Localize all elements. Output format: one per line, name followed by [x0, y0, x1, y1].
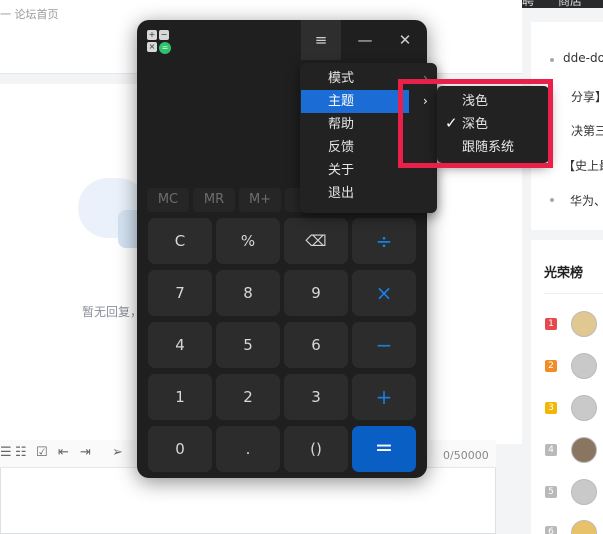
add-button[interactable]: +: [352, 374, 416, 420]
char-counter: 0/50000: [443, 449, 489, 462]
rank-badge-1: 1: [545, 318, 557, 330]
divide-button[interactable]: ÷: [352, 218, 416, 264]
sidebar-article-1[interactable]: dde-doc: [563, 51, 603, 65]
digit-9-button[interactable]: 9: [284, 270, 348, 316]
mr-button[interactable]: MR: [193, 188, 235, 212]
equals-button[interactable]: =: [352, 426, 416, 472]
rank-badge-2: 2: [545, 360, 557, 372]
parentheses-button[interactable]: (): [284, 426, 348, 472]
digit-6-button[interactable]: 6: [284, 322, 348, 368]
sidebar-article-5[interactable]: 华为、矣: [570, 192, 603, 209]
outdent-icon[interactable]: ⇤: [58, 445, 69, 460]
avatar[interactable]: [571, 311, 597, 337]
minimize-icon[interactable]: —: [345, 20, 385, 60]
bullet-dot: [550, 198, 554, 202]
digit-4-button[interactable]: 4: [148, 322, 212, 368]
digit-0-button[interactable]: 0: [148, 426, 212, 472]
send-icon[interactable]: ➢: [112, 445, 123, 460]
rank-badge-3: 3: [545, 402, 557, 414]
indent-icon[interactable]: ⇥: [80, 445, 91, 460]
digit-7-button[interactable]: 7: [148, 270, 212, 316]
rank-badge-4: 4: [545, 444, 557, 456]
no-reply-text: 暂无回复，: [82, 305, 143, 319]
menu-icon[interactable]: ≡: [301, 20, 341, 60]
calculator-app-icon: + − × =: [147, 30, 171, 54]
digit-1-button[interactable]: 1: [148, 374, 212, 420]
bullet-dot: [550, 58, 554, 62]
sidebar-article-2[interactable]: 分享】: [571, 88, 603, 105]
digit-2-button[interactable]: 2: [216, 374, 280, 420]
digit-3-button[interactable]: 3: [284, 374, 348, 420]
m-plus-button[interactable]: M+: [239, 188, 281, 212]
rank-badge-5: 5: [545, 486, 557, 498]
avatar[interactable]: [571, 437, 597, 463]
avatar[interactable]: [571, 395, 597, 421]
close-icon[interactable]: ✕: [385, 20, 425, 60]
sidebar-article-4[interactable]: 【史上最: [563, 157, 603, 174]
clear-button[interactable]: C: [148, 218, 212, 264]
backspace-icon[interactable]: ⌫: [284, 218, 348, 264]
divider: [544, 293, 603, 294]
ranking-title: 光荣榜: [544, 266, 584, 281]
subtract-button[interactable]: −: [352, 322, 416, 368]
digit-5-button[interactable]: 5: [216, 322, 280, 368]
decimal-button[interactable]: .: [216, 426, 280, 472]
ordered-list-icon[interactable]: ☰: [0, 445, 12, 460]
avatar[interactable]: [571, 479, 597, 505]
mc-button[interactable]: MC: [147, 188, 189, 212]
unordered-list-icon[interactable]: ☷: [15, 445, 27, 460]
menu-item-theme[interactable]: 主题: [301, 90, 409, 113]
percent-button[interactable]: %: [216, 218, 280, 264]
multiply-button[interactable]: ×: [352, 270, 416, 316]
breadcrumb[interactable]: 一 论坛首页: [0, 6, 59, 22]
checklist-icon[interactable]: ☑: [36, 445, 48, 460]
highlight-annotation-box: [398, 79, 553, 168]
rank-badge-6: 6: [545, 526, 557, 534]
menu-item-exit[interactable]: 退出: [301, 182, 436, 205]
avatar[interactable]: [571, 353, 597, 379]
nav-item-store[interactable]: 商店: [558, 0, 582, 8]
sidebar-article-3[interactable]: 决第三: [571, 122, 603, 139]
digit-8-button[interactable]: 8: [216, 270, 280, 316]
